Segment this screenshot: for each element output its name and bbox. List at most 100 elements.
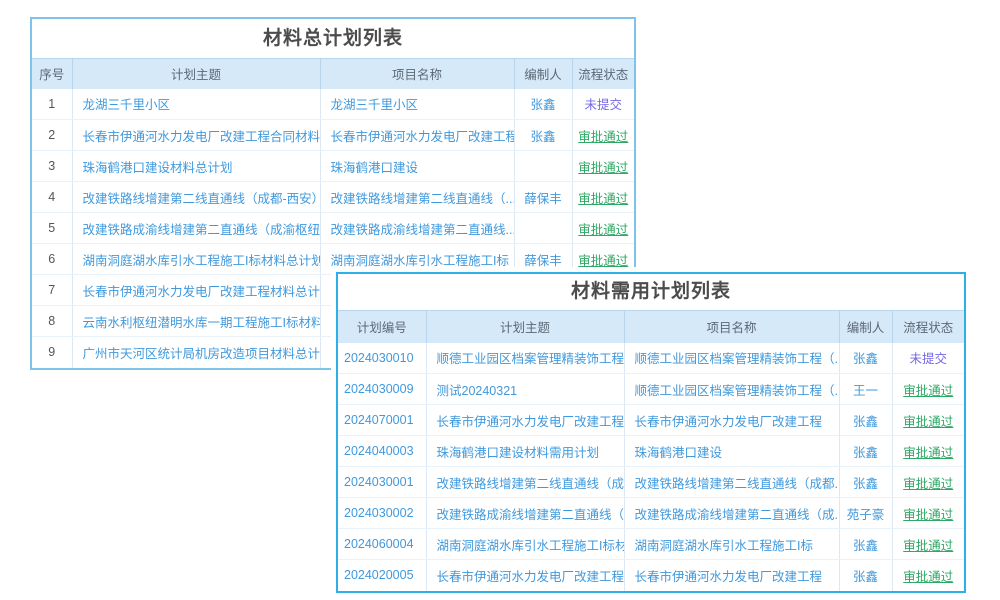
demand-plan-panel: 材料需用计划列表 计划编号 计划主题 项目名称 编制人 流程状态 2024030… (336, 272, 966, 593)
row-serial: 2 (32, 120, 72, 151)
plan-subject-link[interactable]: 长春市伊通河水力发电厂改建工程合... (426, 405, 624, 436)
table-row: 2024060004湖南洞庭湖水库引水工程施工I标材...湖南洞庭湖水库引水工程… (338, 529, 964, 560)
compiler-name: 张鑫 (839, 343, 892, 374)
table-row: 2长春市伊通河水力发电厂改建工程合同材料...长春市伊通河水力发电厂改建工程张鑫… (32, 120, 634, 151)
table-row: 2024020005长春市伊通河水力发电厂改建工程材...长春市伊通河水力发电厂… (338, 560, 964, 591)
col-status: 流程状态 (892, 311, 964, 343)
status-badge[interactable]: 审批通过 (892, 436, 964, 467)
project-name-link[interactable]: 顺德工业园区档案管理精装饰工程（... (624, 374, 839, 405)
table-row: 5改建铁路成渝线增建第二直通线（成渝枢纽...改建铁路成渝线增建第二直通线...… (32, 213, 634, 244)
col-plan-subject: 计划主题 (72, 59, 320, 89)
plan-code-link[interactable]: 2024070001 (338, 405, 426, 436)
col-plan-code: 计划编号 (338, 311, 426, 343)
plan-subject-link[interactable]: 湖南洞庭湖水库引水工程施工I标材料总计划 (72, 244, 320, 275)
compiler-name: 王一 (839, 374, 892, 405)
plan-code-link[interactable]: 2024020005 (338, 560, 426, 591)
compiler-name: 张鑫 (839, 467, 892, 498)
col-plan-subject: 计划主题 (426, 311, 624, 343)
compiler-name: 张鑫 (839, 529, 892, 560)
project-name-link[interactable]: 顺德工业园区档案管理精装饰工程（... (624, 343, 839, 374)
row-serial: 7 (32, 275, 72, 306)
status-badge: 未提交 (572, 89, 634, 120)
col-serial: 序号 (32, 59, 72, 89)
demand-plan-title: 材料需用计划列表 (338, 274, 964, 310)
demand-plan-header: 计划编号 计划主题 项目名称 编制人 流程状态 (338, 311, 964, 343)
plan-subject-link[interactable]: 长春市伊通河水力发电厂改建工程材料总计划 (72, 275, 320, 306)
status-badge[interactable]: 审批通过 (572, 120, 634, 151)
compiler-name: 张鑫 (514, 120, 572, 151)
plan-code-link[interactable]: 2024030010 (338, 343, 426, 374)
plan-code-link[interactable]: 2024040003 (338, 436, 426, 467)
plan-subject-link[interactable]: 改建铁路线增建第二线直通线（成都... (426, 467, 624, 498)
plan-subject-link[interactable]: 珠海鹤港口建设材料总计划 (72, 151, 320, 182)
compiler-name: 薛保丰 (514, 182, 572, 213)
demand-plan-table: 计划编号 计划主题 项目名称 编制人 流程状态 2024030010顺德工业园区… (338, 310, 964, 591)
row-serial: 6 (32, 244, 72, 275)
table-row: 2024040003珠海鹤港口建设材料需用计划珠海鹤港口建设张鑫审批通过 (338, 436, 964, 467)
compiler-name: 苑子豪 (839, 498, 892, 529)
plan-subject-link[interactable]: 云南水利枢纽潜明水库一期工程施工I标材料... (72, 306, 320, 337)
plan-code-link[interactable]: 2024060004 (338, 529, 426, 560)
status-badge[interactable]: 审批通过 (892, 560, 964, 591)
plan-code-link[interactable]: 2024030001 (338, 467, 426, 498)
compiler-name: 薛保丰 (514, 244, 572, 275)
project-name-link[interactable]: 改建铁路成渝线增建第二直通线（成... (624, 498, 839, 529)
plan-subject-link[interactable]: 改建铁路线增建第二线直通线（成都-西安）... (72, 182, 320, 213)
table-row: 2024030010顺德工业园区档案管理精装饰工程（...顺德工业园区档案管理精… (338, 343, 964, 374)
col-compiler: 编制人 (514, 59, 572, 89)
plan-subject-link[interactable]: 顺德工业园区档案管理精装饰工程（... (426, 343, 624, 374)
project-name-link[interactable]: 改建铁路成渝线增建第二直通线... (320, 213, 514, 244)
table-row: 2024030001改建铁路线增建第二线直通线（成都...改建铁路线增建第二线直… (338, 467, 964, 498)
compiler-name: 张鑫 (839, 436, 892, 467)
plan-subject-link[interactable]: 龙湖三千里小区 (72, 89, 320, 120)
status-badge[interactable]: 审批通过 (892, 529, 964, 560)
project-name-link[interactable]: 珠海鹤港口建设 (624, 436, 839, 467)
plan-code-link[interactable]: 2024030009 (338, 374, 426, 405)
row-serial: 8 (32, 306, 72, 337)
status-badge[interactable]: 审批通过 (892, 374, 964, 405)
col-project-name: 项目名称 (320, 59, 514, 89)
table-row: 2024030002改建铁路成渝线增建第二直通线（成...改建铁路成渝线增建第二… (338, 498, 964, 529)
col-project-name: 项目名称 (624, 311, 839, 343)
status-badge[interactable]: 审批通过 (572, 244, 634, 275)
table-row: 1龙湖三千里小区龙湖三千里小区张鑫未提交 (32, 89, 634, 120)
project-name-link[interactable]: 湖南洞庭湖水库引水工程施工I标 (624, 529, 839, 560)
status-badge[interactable]: 审批通过 (572, 182, 634, 213)
table-row: 2024070001长春市伊通河水力发电厂改建工程合...长春市伊通河水力发电厂… (338, 405, 964, 436)
status-badge[interactable]: 审批通过 (892, 467, 964, 498)
col-compiler: 编制人 (839, 311, 892, 343)
status-badge[interactable]: 审批通过 (572, 213, 634, 244)
compiler-name: 张鑫 (839, 560, 892, 591)
compiler-name: 张鑫 (514, 89, 572, 120)
row-serial: 5 (32, 213, 72, 244)
table-row: 6湖南洞庭湖水库引水工程施工I标材料总计划湖南洞庭湖水库引水工程施工I标薛保丰审… (32, 244, 634, 275)
master-plan-title: 材料总计划列表 (32, 19, 634, 58)
plan-subject-link[interactable]: 长春市伊通河水力发电厂改建工程材... (426, 560, 624, 591)
status-badge[interactable]: 审批通过 (892, 498, 964, 529)
plan-subject-link[interactable]: 测试20240321 (426, 374, 624, 405)
table-row: 3珠海鹤港口建设材料总计划珠海鹤港口建设审批通过 (32, 151, 634, 182)
project-name-link[interactable]: 改建铁路线增建第二线直通线（成都... (624, 467, 839, 498)
master-plan-header: 序号 计划主题 项目名称 编制人 流程状态 (32, 59, 634, 89)
project-name-link[interactable]: 珠海鹤港口建设 (320, 151, 514, 182)
row-serial: 1 (32, 89, 72, 120)
status-badge[interactable]: 审批通过 (572, 151, 634, 182)
plan-subject-link[interactable]: 湖南洞庭湖水库引水工程施工I标材... (426, 529, 624, 560)
plan-code-link[interactable]: 2024030002 (338, 498, 426, 529)
plan-subject-link[interactable]: 珠海鹤港口建设材料需用计划 (426, 436, 624, 467)
project-name-link[interactable]: 长春市伊通河水力发电厂改建工程 (624, 560, 839, 591)
plan-subject-link[interactable]: 广州市天河区统计局机房改造项目材料总计划 (72, 337, 320, 368)
col-status: 流程状态 (572, 59, 634, 89)
plan-subject-link[interactable]: 长春市伊通河水力发电厂改建工程合同材料... (72, 120, 320, 151)
project-name-link[interactable]: 长春市伊通河水力发电厂改建工程 (320, 120, 514, 151)
row-serial: 4 (32, 182, 72, 213)
plan-subject-link[interactable]: 改建铁路成渝线增建第二直通线（成渝枢纽... (72, 213, 320, 244)
project-name-link[interactable]: 龙湖三千里小区 (320, 89, 514, 120)
project-name-link[interactable]: 长春市伊通河水力发电厂改建工程 (624, 405, 839, 436)
row-serial: 9 (32, 337, 72, 368)
table-row: 4改建铁路线增建第二线直通线（成都-西安）...改建铁路线增建第二线直通线（..… (32, 182, 634, 213)
project-name-link[interactable]: 湖南洞庭湖水库引水工程施工I标 (320, 244, 514, 275)
project-name-link[interactable]: 改建铁路线增建第二线直通线（... (320, 182, 514, 213)
status-badge[interactable]: 审批通过 (892, 405, 964, 436)
plan-subject-link[interactable]: 改建铁路成渝线增建第二直通线（成... (426, 498, 624, 529)
